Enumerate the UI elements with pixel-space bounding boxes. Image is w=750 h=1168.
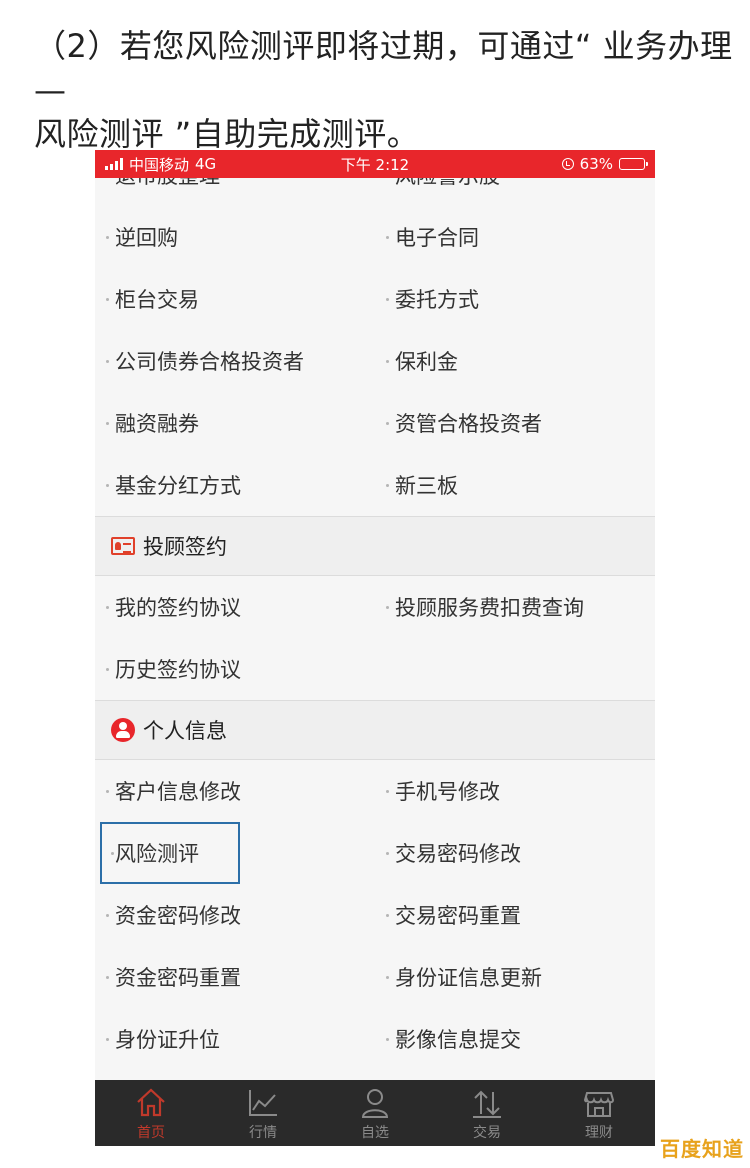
risk-assessment-item[interactable]: 风险测评	[100, 822, 240, 884]
home-icon	[137, 1088, 165, 1117]
tab-home[interactable]: 首页	[95, 1080, 207, 1146]
rotation-lock-icon	[561, 158, 574, 170]
section-header-advisor: 投顾签约	[95, 516, 655, 576]
instruction-text: （2）若您风险测评即将过期，可通过“ 业务办理— 风险测评 ”自助完成测评。	[34, 24, 734, 156]
menu-item[interactable]: 交易密码重置	[375, 884, 655, 946]
watermark-logo: 百度知道	[660, 1137, 744, 1161]
tab-label: 自选	[361, 1125, 389, 1141]
status-bar: 中国移动 4G 下午 2:12 63%	[95, 150, 655, 178]
menu-item[interactable]: 身份证升位	[95, 1008, 375, 1070]
signal-icon	[105, 158, 123, 170]
tab-watchlist[interactable]: 自选	[319, 1080, 431, 1146]
bottom-tab-bar: 首页 行情 自选 交易 理财	[95, 1080, 655, 1146]
instruction-line-1: （2）若您风险测评即将过期，可通过“ 业务办理—	[34, 27, 733, 109]
person-icon	[111, 718, 135, 742]
menu-item[interactable]: 客户信息修改	[95, 760, 375, 822]
section-header-personal: 个人信息	[95, 700, 655, 760]
menu-item[interactable]: 资管合格投资者	[375, 392, 655, 454]
menu-item[interactable]: 柜台交易	[95, 268, 375, 330]
personal-grid: 客户信息修改 手机号修改风险测评 交易密码修改 资金密码修改 交易密码重置 资金密码重置身…	[95, 760, 655, 1070]
id-card-icon	[111, 537, 135, 555]
phone-screenshot: 中国移动 4G 下午 2:12 63% 退市股整理 风险警示股 逆回购电子合同柜…	[95, 150, 655, 1146]
menu-item[interactable]: 风险警示股	[375, 178, 655, 206]
menu-item[interactable]: 身份证信息更新	[375, 946, 655, 1008]
menu-item[interactable]: 资金密码修改	[95, 884, 375, 946]
tab-market[interactable]: 行情	[207, 1080, 319, 1146]
menu-item[interactable]: 投顾服务费扣费查询	[375, 576, 655, 638]
battery-percent: 63%	[579, 155, 613, 173]
store-icon	[583, 1092, 615, 1117]
menu-item[interactable]: 公司债券合格投资者	[95, 330, 375, 392]
menu-item[interactable]: 委托方式	[375, 268, 655, 330]
menu-item[interactable]: 退市股整理	[95, 178, 375, 206]
carrier-label: 中国移动	[129, 155, 190, 174]
tab-label: 行情	[249, 1125, 277, 1141]
menu-item[interactable]: 影像信息提交	[375, 1008, 655, 1070]
menu-item[interactable]: 我的签约协议	[95, 576, 375, 638]
chart-icon	[249, 1090, 277, 1116]
tab-label: 理财	[585, 1125, 613, 1141]
tab-finance[interactable]: 理财	[543, 1080, 655, 1146]
user-icon	[361, 1089, 389, 1118]
section-title: 投顾签约	[143, 535, 227, 559]
menu-item[interactable]: 交易密码修改	[375, 822, 655, 884]
menu-item[interactable]: 资金密码重置	[95, 946, 375, 1008]
menu-item[interactable]: 基金分红方式	[95, 454, 375, 516]
menu-item[interactable]: 历史签约协议	[95, 638, 375, 700]
business-grid-top: 退市股整理 风险警示股	[95, 178, 655, 206]
menu-item[interactable]: 逆回购	[95, 206, 375, 268]
menu-item[interactable]: 新三板	[375, 454, 655, 516]
menu-item[interactable]: 手机号修改	[375, 760, 655, 822]
section-title: 个人信息	[143, 719, 227, 743]
menu-item[interactable]: 保利金	[375, 330, 655, 392]
menu-item[interactable]: 融资融券	[95, 392, 375, 454]
network-label: 4G	[195, 155, 217, 173]
business-grid-main: 逆回购 电子合同 柜台交易 委托方式 公司债券合格投资者 保利金 融资融券 资管合格投资者 基金…	[95, 206, 655, 516]
transfer-icon	[473, 1090, 501, 1118]
battery-icon	[619, 158, 648, 170]
menu-item[interactable]: 电子合同	[375, 206, 655, 268]
business-list[interactable]: 退市股整理 风险警示股 逆回购电子合同柜台交易委托方式公司债券合格投资者保利金融…	[95, 178, 655, 1080]
tab-trade[interactable]: 交易	[431, 1080, 543, 1146]
tab-label: 首页	[137, 1125, 165, 1141]
tab-label: 交易	[473, 1125, 501, 1141]
advisor-grid: 我的签约协议 投顾服务费扣费查询 历史签约协议	[95, 576, 655, 700]
